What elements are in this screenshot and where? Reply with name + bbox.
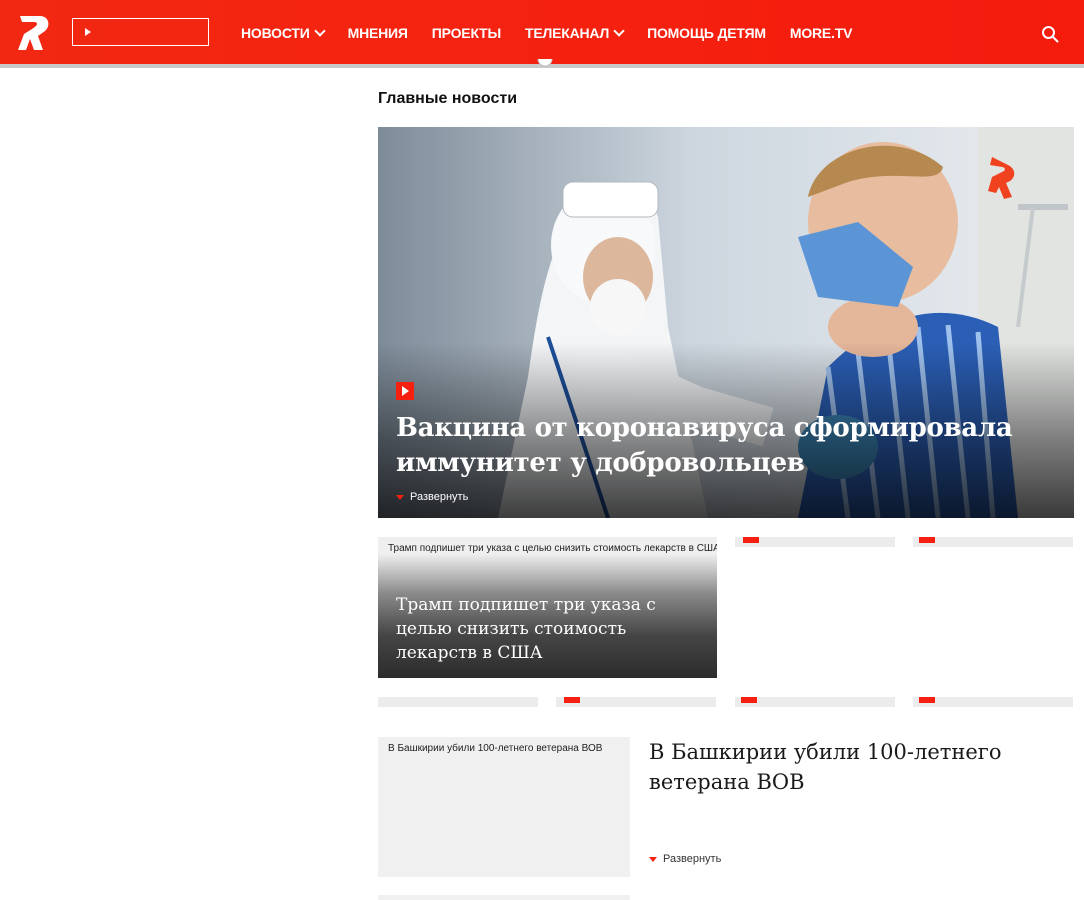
expand-label: Развернуть — [663, 853, 722, 865]
article-expand-button[interactable]: Развернуть — [649, 853, 721, 865]
news-card-placeholder[interactable] — [556, 697, 716, 707]
search-icon[interactable] — [1041, 25, 1059, 43]
nav-item-label: МНЕНИЯ — [347, 25, 408, 41]
nav-item-projects[interactable]: ПРОЕКТЫ — [432, 24, 501, 42]
news-card-placeholder[interactable] — [913, 537, 1073, 547]
main-navigation: НОВОСТИ МНЕНИЯ ПРОЕКТЫ ТЕЛЕКАНАЛ ПОМОЩЬ … — [241, 24, 876, 42]
nav-item-label: ПОМОЩЬ ДЕТЯМ — [647, 25, 766, 41]
category-tag — [741, 697, 757, 703]
caret-down-icon — [649, 856, 657, 862]
news-card-trump[interactable]: Трамп подпишет три указа с целью снизить… — [378, 537, 717, 678]
hero-news-card[interactable]: Вакцина от коронавируса сформировала имм… — [378, 127, 1074, 518]
nav-item-label: MORE.TV — [789, 25, 853, 41]
news-card-placeholder[interactable] — [735, 697, 895, 707]
section-title: Главные новости — [378, 90, 518, 107]
ren-tv-logo[interactable] — [16, 14, 52, 52]
news-card-placeholder[interactable] — [378, 697, 538, 707]
nav-item-news[interactable]: НОВОСТИ — [241, 24, 326, 42]
caret-down-icon — [396, 494, 404, 500]
nav-item-label: ПРОЕКТЫ — [431, 25, 501, 41]
category-tag — [919, 697, 935, 703]
image-alt-text: В Башкирии убили 100-летнего ветерана ВО… — [388, 743, 603, 754]
nav-item-label: ТЕЛЕКАНАЛ — [525, 25, 610, 41]
category-tag — [564, 697, 580, 703]
category-tag — [743, 537, 759, 543]
nav-item-tv-channel[interactable]: ТЕЛЕКАНАЛ — [525, 24, 625, 42]
hero-expand-button[interactable]: Развернуть — [396, 491, 468, 503]
news-card-placeholder[interactable] — [735, 537, 895, 547]
nav-item-opinions[interactable]: МНЕНИЯ — [348, 24, 408, 42]
news-card-placeholder[interactable] — [913, 697, 1073, 707]
chevron-down-icon — [613, 25, 625, 37]
news-card-title[interactable]: Трамп подпишет три указа с целью снизить… — [396, 593, 696, 665]
live-broadcast-button[interactable] — [72, 18, 209, 46]
scroll-indicator-icon — [537, 58, 553, 67]
play-icon — [85, 28, 91, 36]
article-title[interactable]: В Башкирии убили 100-летнего ветерана ВО… — [649, 737, 1049, 797]
video-icon — [396, 382, 414, 400]
chevron-down-icon — [313, 25, 326, 37]
nav-item-more-tv[interactable]: MORE.TV — [789, 24, 853, 42]
nav-item-label: НОВОСТИ — [241, 25, 310, 41]
hero-title[interactable]: Вакцина от коронавируса сформировала имм… — [396, 411, 1036, 481]
nav-item-help-children[interactable]: ПОМОЩЬ ДЕТЯМ — [647, 24, 766, 42]
article-image-bashkiria[interactable]: В Башкирии убили 100-летнего ветерана ВО… — [378, 737, 630, 877]
category-tag — [919, 537, 935, 543]
article-image-next[interactable] — [378, 895, 630, 900]
expand-label: Развернуть — [410, 491, 469, 503]
image-alt-text: Трамп подпишет три указа с целью снизить… — [388, 543, 717, 554]
